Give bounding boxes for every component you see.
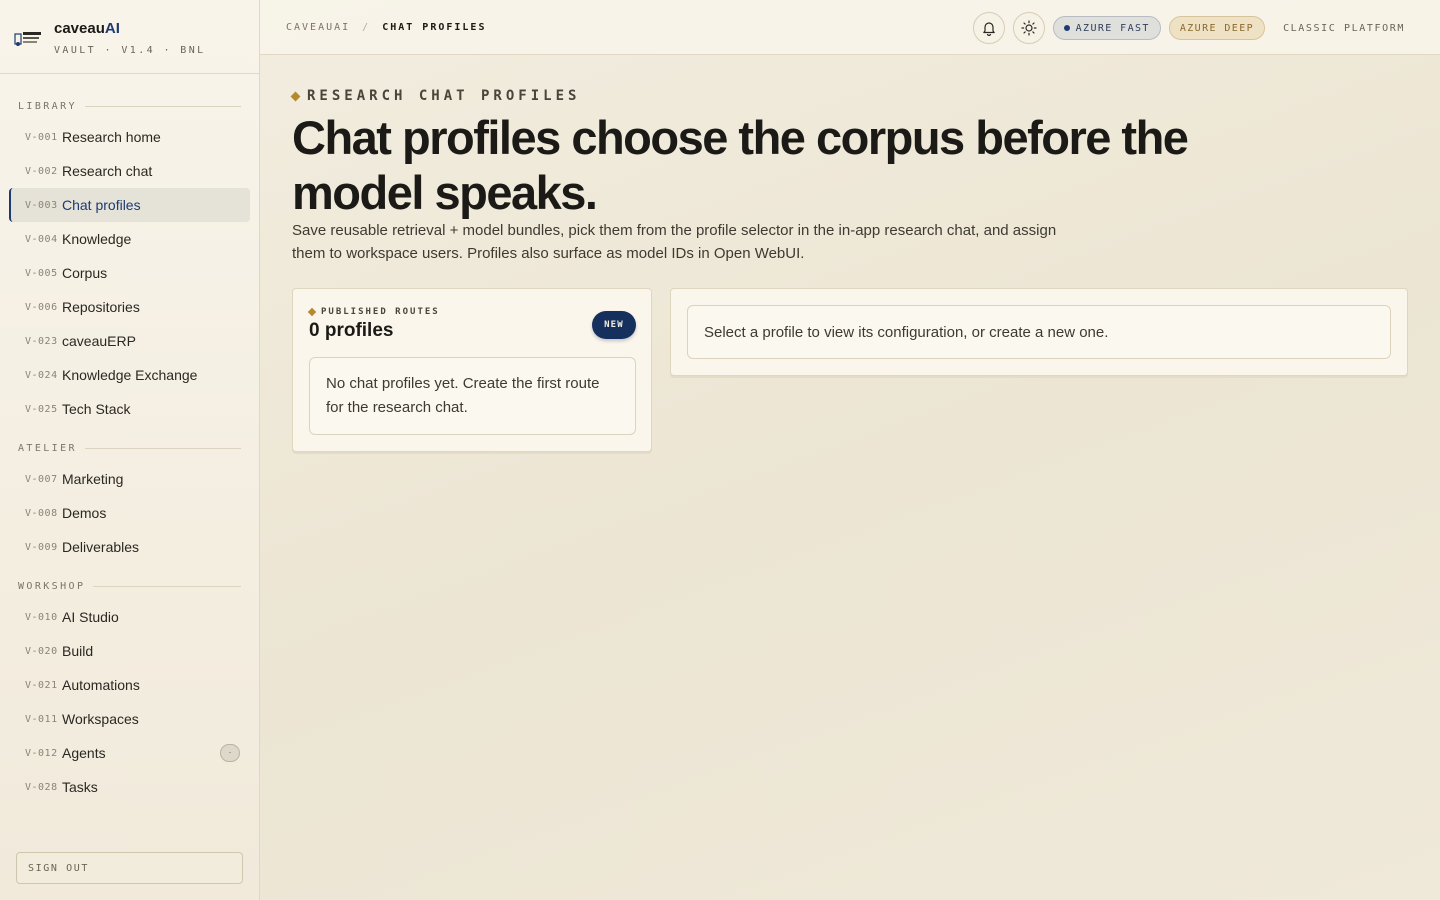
bell-icon — [982, 22, 995, 36]
breadcrumb-separator: / — [362, 21, 371, 33]
sidebar-item-repositories[interactable]: V-006 Repositories — [9, 290, 250, 324]
vault-logo-icon — [14, 32, 41, 46]
section-label-library: LIBRARY — [0, 98, 259, 114]
sidebar-item-corpus[interactable]: V-005 Corpus — [9, 256, 250, 290]
sidebar-item-research-home[interactable]: V-001 Research home — [9, 120, 250, 154]
new-profile-button[interactable]: NEW — [592, 311, 636, 339]
sidebar-item-build[interactable]: V-020 Build — [9, 634, 250, 668]
sidebar-item-caveauerp[interactable]: V-023 caveauERP — [9, 324, 250, 358]
breadcrumb-root[interactable]: CAVEAUAI — [286, 22, 350, 33]
active-dot-icon — [1063, 25, 1070, 31]
nav-list-atelier: V-007 Marketing V-008 Demos V-009 Deliverab… — [0, 462, 259, 564]
sidebar-item-knowledge[interactable]: V-004 Knowledge — [9, 222, 250, 256]
page-description: Save reusable retrieval + model bundles,… — [292, 222, 1057, 262]
sidebar-item-tech-stack[interactable]: V-025 Tech Stack — [9, 392, 250, 426]
published-routes-card: PUBLISHED ROUTES 0 profiles NEW No chat … — [292, 288, 652, 452]
sidebar-item-automations[interactable]: V-021 Automations — [9, 668, 250, 702]
detail-placeholder: Select a profile to view its configurati… — [687, 305, 1391, 359]
sign-out-button[interactable]: SIGN OUT — [16, 852, 243, 884]
breadcrumb: CAVEAUAI / CHAT PROFILES — [286, 22, 486, 33]
notifications-button[interactable] — [972, 12, 1005, 44]
model-azure-fast-toggle[interactable]: AZURE FAST — [1052, 16, 1161, 40]
classic-platform-link[interactable]: CLASSIC PLATFORM — [1283, 23, 1405, 34]
section-label-atelier: ATELIER — [0, 440, 259, 456]
page-eyebrow: RESEARCH CHAT PROFILES — [290, 88, 580, 104]
routes-eyebrow: PUBLISHED ROUTES — [307, 307, 440, 317]
page-title: Chat profiles choose the corpus before t… — [292, 111, 1189, 219]
nav-list-workshop: V-010 AI Studio V-020 Build V-021 Automatio… — [0, 600, 259, 804]
empty-state-message: No chat profiles yet. Create the first r… — [309, 357, 636, 435]
top-bar: CAVEAUAI / CHAT PROFILES AZURE FAST AZUR… — [260, 0, 1440, 55]
diamond-icon — [307, 307, 317, 317]
header-actions: AZURE FAST AZURE DEEP CLASSIC PLATFORM — [972, 12, 1405, 44]
nav-list-library: V-001 Research home V-002 Research chat V-… — [0, 120, 259, 426]
breadcrumb-current: CHAT PROFILES — [382, 21, 487, 33]
sidebar-item-deliverables[interactable]: V-009 Deliverables — [9, 530, 250, 564]
diamond-icon — [290, 91, 301, 101]
sidebar-item-research-chat[interactable]: V-002 Research chat — [9, 154, 250, 188]
sidebar-item-knowledge-exchange[interactable]: V-024 Knowledge Exchange — [9, 358, 250, 392]
sidebar-item-tasks[interactable]: V-028 Tasks — [9, 770, 250, 804]
sidebar-item-marketing[interactable]: V-007 Marketing — [9, 462, 250, 496]
sidebar-item-ai-studio[interactable]: V-010 AI Studio — [9, 600, 250, 634]
profile-count: 0 profiles — [309, 320, 394, 341]
sidebar-item-chat-profiles[interactable]: V-003 Chat profiles — [9, 188, 250, 222]
sidebar-item-workspaces[interactable]: V-011 Workspaces — [9, 702, 250, 736]
sidebar-item-agents[interactable]: V-012 Agents · — [9, 736, 250, 770]
brand-subtitle: VAULT · V1.4 · BNL — [54, 45, 206, 56]
section-label-workshop: WORKSHOP — [0, 578, 259, 594]
model-azure-deep-toggle[interactable]: AZURE DEEP — [1168, 16, 1266, 40]
sidebar-item-demos[interactable]: V-008 Demos — [9, 496, 250, 530]
theme-toggle-button[interactable] — [1012, 12, 1045, 44]
profile-detail-card: Select a profile to view its configurati… — [670, 288, 1408, 376]
agents-status-badge: · — [220, 744, 240, 762]
brand-header: caveauAI VAULT · V1.4 · BNL — [0, 0, 259, 74]
sun-icon — [1021, 20, 1037, 36]
sidebar: caveauAI VAULT · V1.4 · BNL LIBRARY V-00… — [0, 0, 260, 900]
brand-name[interactable]: caveauAI — [54, 20, 206, 37]
